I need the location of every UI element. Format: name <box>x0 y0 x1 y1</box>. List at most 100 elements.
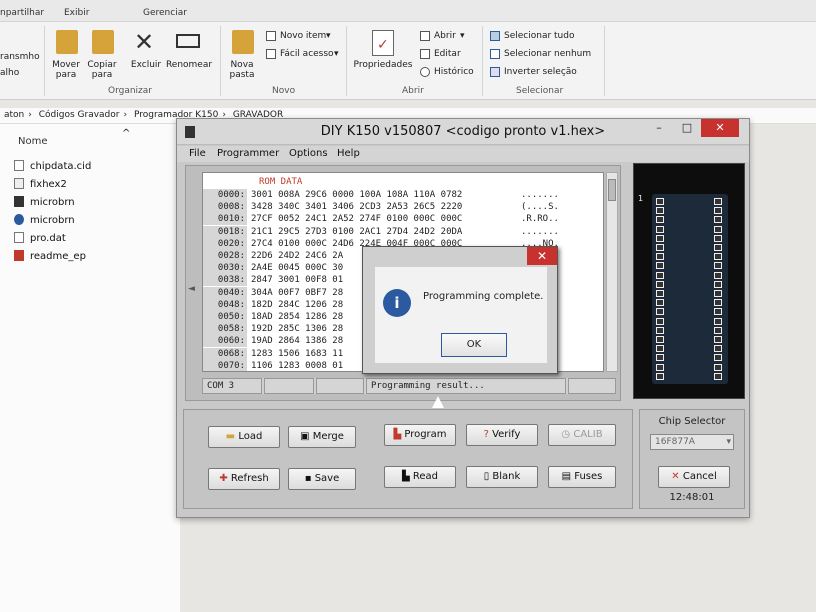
socket-pin <box>656 336 664 343</box>
abrir-button[interactable]: Abrir <box>434 31 456 41</box>
dialog-message: Programming complete. <box>423 291 544 302</box>
rom-address: 0070: <box>203 359 247 371</box>
rom-address: 0060: <box>203 335 247 348</box>
facil-acesso-icon <box>266 49 276 59</box>
scroll-thumb[interactable] <box>608 179 616 201</box>
selecionar-tudo-button[interactable]: Selecionar tudo <box>504 31 574 41</box>
cancel-label: Cancel <box>682 471 717 482</box>
socket-pin <box>656 262 664 270</box>
clock-time: 12:48:01 <box>669 492 715 503</box>
socket-pin <box>656 207 664 215</box>
editar-button[interactable]: Editar <box>434 49 461 59</box>
rename-icon <box>176 34 200 48</box>
file-name: microbrn <box>30 215 75 226</box>
list-item[interactable]: microbrn <box>14 214 75 226</box>
copiar-folder-icon <box>92 30 114 54</box>
socket-pin <box>656 271 664 279</box>
socket-pin <box>714 290 722 297</box>
save-button[interactable]: ▪ Save <box>288 468 356 490</box>
ribbon-separator <box>44 26 45 96</box>
list-item[interactable]: readme_ep <box>14 250 86 262</box>
maximize-button[interactable]: □ <box>673 119 701 137</box>
floppy-icon: ▪ <box>304 473 312 484</box>
chip-select-dropdown[interactable]: 16F877A ▾ <box>650 434 734 450</box>
rom-address: 0010: <box>203 213 247 226</box>
rom-hex: 3001 008A 29C6 0000 100A 108A 110A 0782 <box>251 190 463 200</box>
load-button[interactable]: ▬ Load <box>208 426 280 448</box>
status-cell <box>264 378 314 394</box>
file-name: pro.dat <box>30 233 66 244</box>
refresh-icon: ✚ <box>219 473 228 484</box>
socket-pin <box>656 253 664 261</box>
vertical-scrollbar[interactable] <box>606 172 618 372</box>
load-label: Load <box>238 431 263 442</box>
file-list: Nome ^ chipdata.cid fixhex2 microbrn mic… <box>0 124 180 612</box>
program-button[interactable]: ▙ Program <box>384 424 456 446</box>
tab-exibir[interactable]: Exibir <box>64 8 89 18</box>
renomear-button[interactable]: Renomear <box>164 60 214 70</box>
nova-pasta-button[interactable]: Nova pasta <box>224 60 260 80</box>
rom-hex: 2A4E 0045 000C 30 <box>251 263 344 274</box>
rom-hex: 21C1 29C5 27D3 0100 2AC1 27D4 24D2 20DA <box>251 226 463 237</box>
minimize-button[interactable]: – <box>645 119 673 137</box>
close-button[interactable]: ✕ <box>701 119 739 137</box>
calib-label: CALIB <box>573 429 603 440</box>
dialog-body: i Programming complete. OK <box>375 267 547 363</box>
tab-compartilhar[interactable]: npartilhar <box>0 8 44 18</box>
menu-programmer[interactable]: Programmer <box>217 148 279 159</box>
history-clock-icon <box>420 67 430 77</box>
menu-help[interactable]: Help <box>337 148 360 159</box>
excluir-button[interactable]: Excluir <box>126 60 166 70</box>
selecionar-nenhum-button[interactable]: Selecionar nenhum <box>504 49 591 59</box>
socket-pin <box>714 317 722 325</box>
status-cell <box>568 378 616 394</box>
calib-button[interactable]: ◷ CALIB <box>548 424 616 446</box>
file-icon <box>14 160 24 171</box>
fuses-button[interactable]: ▤ Fuses <box>548 466 616 488</box>
read-button[interactable]: ▙ Read <box>384 466 456 488</box>
chip-select-value: 16F877A <box>655 437 695 447</box>
historico-button[interactable]: Histórico <box>434 67 474 77</box>
verify-button[interactable]: ? Verify <box>466 424 538 446</box>
help-file-icon <box>14 214 24 225</box>
column-header-nome[interactable]: Nome <box>18 136 48 147</box>
list-item[interactable]: chipdata.cid <box>14 160 91 172</box>
nova-pasta-folder-icon <box>232 30 254 54</box>
cancel-button[interactable]: ✕ Cancel <box>658 466 730 488</box>
breadcrumb-item[interactable]: aton <box>4 110 24 120</box>
merge-icon: ▣ <box>300 431 310 442</box>
menu-file[interactable]: File <box>189 148 206 159</box>
chevron-right-icon: › <box>123 110 128 120</box>
socket-pin <box>714 354 722 362</box>
copiar-button[interactable]: Copiar para <box>84 60 120 80</box>
propriedades-button[interactable]: Propriedades <box>350 60 416 70</box>
list-item[interactable]: microbrn <box>14 196 75 208</box>
blank-button[interactable]: ▯ Blank <box>466 466 538 488</box>
mover-button[interactable]: Mover para <box>48 60 84 80</box>
socket-pin <box>714 216 722 224</box>
merge-button[interactable]: ▣ Merge <box>288 426 356 448</box>
rom-hex: 2847 3001 00F8 01 <box>251 275 344 286</box>
list-item[interactable]: pro.dat <box>14 232 66 244</box>
socket-pin <box>714 271 722 279</box>
ribbon-separator <box>346 26 347 96</box>
socket-pin <box>714 372 722 380</box>
ribbon-left-label-2: alho <box>0 68 20 78</box>
breadcrumb-item[interactable]: Códigos Gravador <box>39 110 120 120</box>
title-bar[interactable]: DIY K150 v150807 <codigo pronto v1.hex> … <box>177 119 749 145</box>
socket-pin <box>714 262 722 270</box>
refresh-button[interactable]: ✚ Refresh <box>208 468 280 490</box>
dialog-close-button[interactable]: ✕ <box>527 247 557 265</box>
ok-button[interactable]: OK <box>441 333 507 357</box>
socket-pin <box>714 280 722 288</box>
facil-acesso-button[interactable]: Fácil acesso <box>280 49 334 59</box>
socket-pin <box>656 225 664 233</box>
inverter-selecao-button[interactable]: Inverter seleção <box>504 67 577 77</box>
list-item[interactable]: fixhex2 <box>14 178 67 190</box>
novo-item-button[interactable]: Novo item <box>280 31 326 41</box>
tab-gerenciar[interactable]: Gerenciar <box>143 8 187 18</box>
socket-pin <box>714 345 722 353</box>
socket-pin <box>656 354 664 362</box>
menu-options[interactable]: Options <box>289 148 328 159</box>
menu-bar: File Programmer Options Help <box>177 146 749 162</box>
